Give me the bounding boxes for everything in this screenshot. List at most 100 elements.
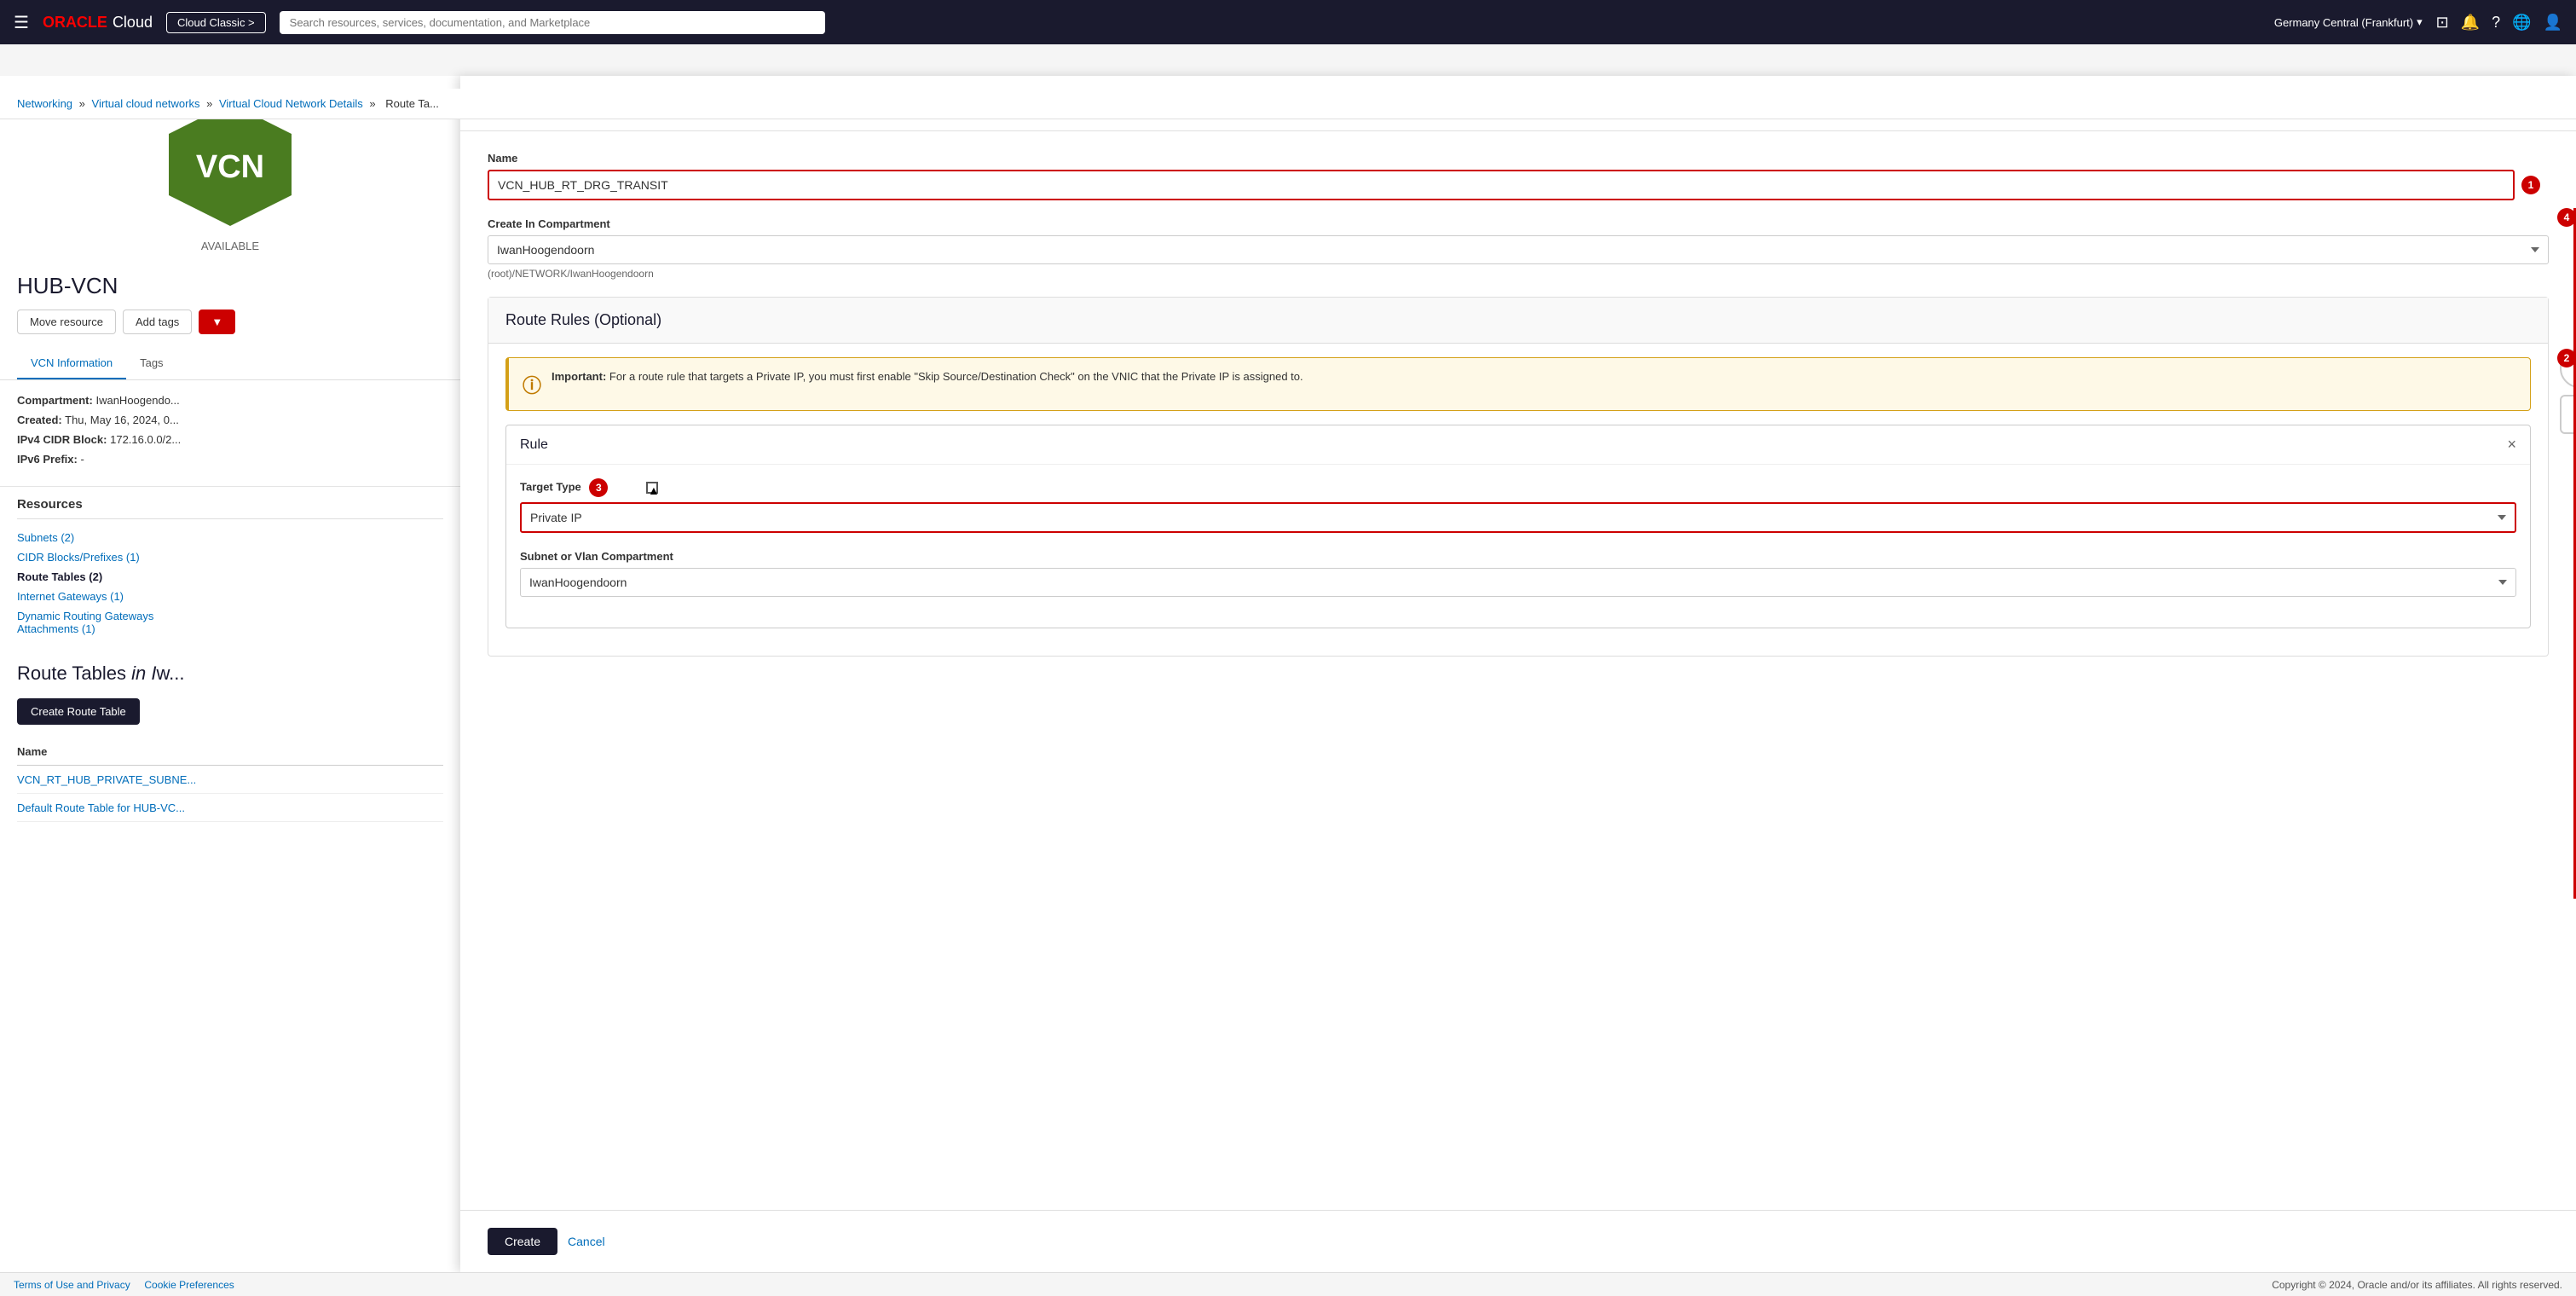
breadcrumb-sep2: »: [206, 97, 212, 110]
help-icon[interactable]: ?: [2492, 14, 2500, 32]
table-header-name: Name: [17, 738, 443, 766]
sidebar-item-internet-gateways[interactable]: Internet Gateways (1): [17, 587, 443, 606]
rule-title: Rule: [520, 437, 548, 453]
svg-text:VCN: VCN: [196, 149, 264, 185]
target-type-label: Target Type 3: [520, 478, 2516, 497]
compartment-label: Compartment:: [17, 394, 93, 407]
ipv4-label: IPv4 CIDR Block:: [17, 433, 107, 446]
user-profile-icon[interactable]: 👤: [2544, 14, 2562, 32]
resources-section: Resources Subnets (2) CIDR Blocks/Prefix…: [0, 486, 460, 649]
oracle-logo: ORACLE Cloud: [43, 14, 153, 32]
badge-2: 2: [2557, 349, 2576, 367]
breadcrumb-vcn[interactable]: Virtual cloud networks: [92, 97, 200, 110]
resources-title: Resources: [17, 497, 443, 512]
notice-icon: ⓘ: [523, 371, 541, 398]
subnet-compartment-select[interactable]: IwanHoogendoorn: [520, 568, 2516, 597]
badge-2-container: 2: [2550, 349, 2576, 367]
name-form-group: Name 1: [488, 152, 2549, 200]
compartment-label: Create In Compartment: [488, 217, 2549, 230]
modal-body: Name 1 Create In Compartment IwanHoogend…: [460, 131, 2576, 1210]
region-label: Germany Central (Frankfurt): [2274, 16, 2413, 29]
language-icon[interactable]: 🌐: [2512, 14, 2531, 32]
subnet-compartment-label: Subnet or Vlan Compartment: [520, 550, 2516, 563]
notice-title: Important:: [552, 370, 606, 383]
terms-link[interactable]: Terms of Use and Privacy: [14, 1279, 130, 1291]
route-table-link-1[interactable]: VCN_RT_HUB_PRIVATE_SUBNE...: [17, 773, 196, 786]
compartment-select[interactable]: IwanHoogendoorn: [488, 235, 2549, 264]
breadcrumb-vcn-detail[interactable]: Virtual Cloud Network Details: [219, 97, 363, 110]
badge-4: 4: [2557, 208, 2576, 227]
create-route-table-button-bg[interactable]: Create Route Table: [17, 698, 140, 725]
global-search-input[interactable]: [280, 11, 825, 34]
vcn-status-label: AVAILABLE: [201, 240, 259, 252]
oracle-text: ORACLE: [43, 14, 107, 32]
vcn-name: HUB-VCN: [17, 273, 443, 299]
top-navbar: ☰ ORACLE Cloud Cloud Classic > Germany C…: [0, 0, 2576, 44]
created-row: Created: Thu, May 16, 2024, 0...: [17, 414, 443, 426]
badge-3: 3: [589, 478, 608, 497]
badge-1: 1: [2521, 176, 2540, 194]
target-type-select[interactable]: Private IP: [520, 502, 2516, 533]
sidebar-item-route-tables[interactable]: Route Tables (2): [17, 567, 443, 587]
navbar-icons: ⊡ 🔔 ? 🌐 👤: [2436, 14, 2562, 32]
tab-tags[interactable]: Tags: [126, 348, 176, 379]
more-actions-button[interactable]: ▼: [199, 310, 235, 334]
created-label: Created:: [17, 414, 62, 426]
rule-box-header: Rule ×: [506, 425, 2530, 465]
ipv6-row: IPv6 Prefix: -: [17, 453, 443, 466]
route-rules-header: Route Rules (Optional): [488, 298, 2548, 344]
add-tags-button[interactable]: Add tags: [123, 310, 192, 334]
ipv4-value: 172.16.0.0/2...: [110, 433, 181, 446]
route-table-link-2[interactable]: Default Route Table for HUB-VC...: [17, 801, 185, 814]
route-rules-body: ⓘ Important: For a route rule that targe…: [488, 344, 2548, 656]
vcn-information-section: Compartment: IwanHoogendo... Created: Th…: [0, 380, 460, 486]
breadcrumb-route-tab: Route Ta...: [385, 97, 439, 110]
important-notice: ⓘ Important: For a route rule that targe…: [505, 357, 2531, 411]
cloud-text: Cloud: [113, 14, 153, 32]
compartment-value: IwanHoogendo...: [95, 394, 179, 407]
vcn-action-buttons: Move resource Add tags ▼: [17, 310, 443, 334]
rule-box-body: Target Type 3 Private IP Subnet or Vlan …: [506, 465, 2530, 628]
rule-close-button[interactable]: ×: [2507, 436, 2516, 454]
status-bar-right: Copyright © 2024, Oracle and/or its affi…: [2272, 1279, 2562, 1291]
left-panel: VCN AVAILABLE HUB-VCN Move resource Add …: [0, 76, 460, 1272]
cloud-classic-button[interactable]: Cloud Classic >: [166, 12, 266, 33]
status-bar: Terms of Use and Privacy Cookie Preferen…: [0, 1272, 2576, 1296]
modal-cancel-button[interactable]: Cancel: [568, 1235, 605, 1248]
vcn-title-area: HUB-VCN Move resource Add tags ▼: [0, 273, 460, 348]
breadcrumb-networking[interactable]: Networking: [17, 97, 72, 110]
hamburger-menu-icon[interactable]: ☰: [14, 12, 29, 33]
region-selector[interactable]: Germany Central (Frankfurt) ▾: [2274, 15, 2423, 29]
breadcrumb: Networking » Virtual cloud networks » Vi…: [0, 89, 2576, 119]
modal-create-button[interactable]: Create: [488, 1228, 557, 1255]
cookie-preferences-link[interactable]: Cookie Preferences: [144, 1279, 234, 1291]
vcn-tabs: VCN Information Tags: [0, 348, 460, 380]
notifications-icon[interactable]: 🔔: [2461, 14, 2480, 32]
navbar-right-section: Germany Central (Frankfurt) ▾ ⊡ 🔔 ? 🌐 👤: [2274, 14, 2562, 32]
created-value: Thu, May 16, 2024, 0...: [65, 414, 179, 426]
status-bar-left: Terms of Use and Privacy Cookie Preferen…: [14, 1279, 234, 1291]
sidebar-item-dynamic-routing[interactable]: Dynamic Routing GatewaysAttachments (1): [17, 606, 443, 639]
grid-view-icon[interactable]: ⊞: [2560, 395, 2576, 434]
name-input[interactable]: [488, 170, 2515, 200]
sidebar-item-cidr[interactable]: CIDR Blocks/Prefixes (1): [17, 547, 443, 567]
sidebar-item-subnets[interactable]: Subnets (2): [17, 528, 443, 547]
name-label: Name: [488, 152, 2549, 165]
ipv4-row: IPv4 CIDR Block: 172.16.0.0/2...: [17, 433, 443, 446]
route-tables-title: Route Tables in Iw...: [17, 662, 443, 685]
region-chevron-icon: ▾: [2417, 15, 2423, 29]
modal-footer: Create Cancel: [460, 1210, 2576, 1272]
move-resource-button[interactable]: Move resource: [17, 310, 116, 334]
notice-content: Important: For a route rule that targets…: [552, 370, 1303, 398]
target-type-form-group: Target Type 3 Private IP: [520, 478, 2516, 533]
console-icon[interactable]: ⊡: [2436, 14, 2449, 32]
table-row: VCN_RT_HUB_PRIVATE_SUBNE...: [17, 766, 443, 794]
create-route-table-modal: 4 2 Create Route Table Help Name 1 Creat…: [460, 76, 2576, 1272]
tab-vcn-information[interactable]: VCN Information: [17, 348, 126, 379]
resources-divider: [17, 518, 443, 519]
notice-text: For a route rule that targets a Private …: [609, 370, 1303, 383]
breadcrumb-sep3: »: [369, 97, 375, 110]
compartment-hint: (root)/NETWORK/IwanHoogendoorn: [488, 268, 2549, 280]
route-rules-section: Route Rules (Optional) ⓘ Important: For …: [488, 297, 2549, 657]
ipv6-value: -: [80, 453, 84, 466]
